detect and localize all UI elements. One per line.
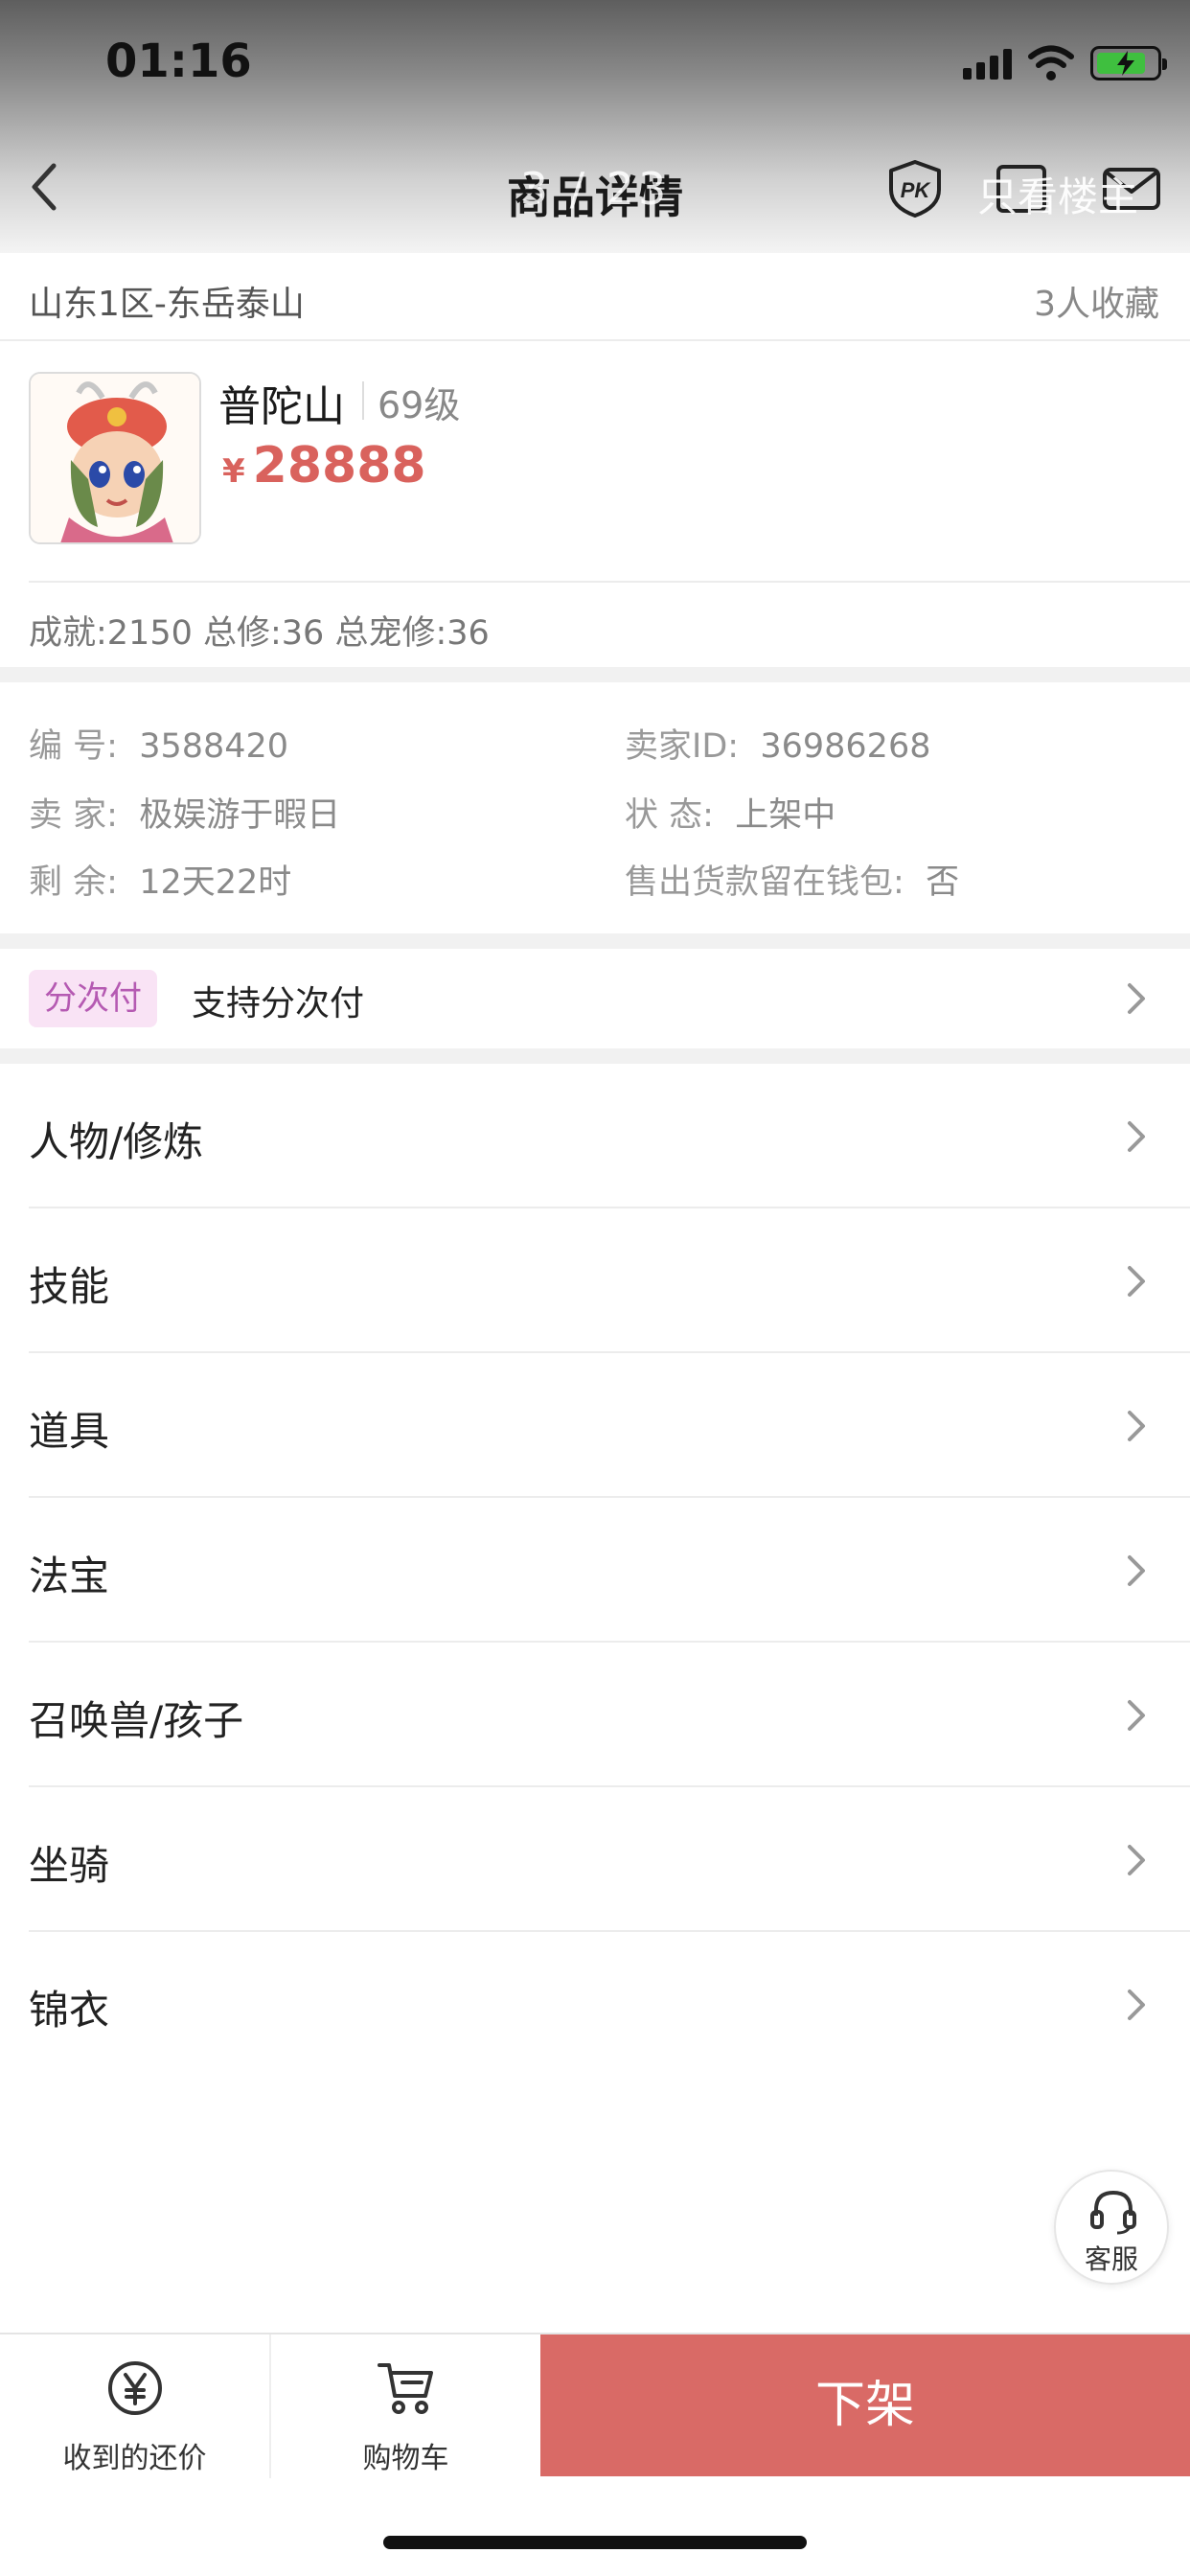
section-gap: [0, 1048, 1190, 1064]
server-row: 山东1区-东岳泰山 3人收藏: [0, 255, 1190, 339]
chevron-right-icon: [1128, 1411, 1145, 1441]
listing-status: 状 态: 上架中: [625, 796, 836, 835]
section-gap: [0, 933, 1190, 949]
separator: [362, 381, 364, 420]
menu-item-treasures[interactable]: 法宝: [0, 1498, 1190, 1643]
product-price: ¥ 28888: [222, 437, 426, 494]
chevron-right-icon: [1128, 1845, 1145, 1875]
cart-icon: [377, 2363, 433, 2414]
section-gap: [0, 667, 1190, 682]
menu-item-label: 技能: [29, 1263, 110, 1310]
wallet-setting: 售出货款留在钱包: 否: [625, 863, 960, 902]
svg-text:PK: PK: [901, 178, 932, 202]
menu-item-items[interactable]: 道具: [0, 1353, 1190, 1498]
only-owner-toggle[interactable]: 只看楼主: [977, 165, 1138, 223]
cart-label: 购物车: [362, 2442, 449, 2475]
menu-item-mounts[interactable]: 坐骑: [0, 1787, 1190, 1932]
menu-item-label: 法宝: [29, 1552, 110, 1599]
achievements-row: 成就:2150 总修:36 总宠修:36: [0, 581, 1190, 667]
received-offers-button[interactable]: 收到的还价: [0, 2334, 269, 2478]
header: 01:16 商品详情 3 / 23 PK 只看楼主: [0, 0, 1190, 253]
character-portrait-image: [31, 374, 199, 542]
received-offers-label: 收到的还价: [62, 2442, 207, 2475]
page: 01:16 商品详情 3 / 23 PK 只看楼主 山东1区-东岳泰山 3人收藏…: [0, 0, 1190, 2576]
server-name: 山东1区-东岳泰山: [29, 285, 305, 324]
status-time: 01:16: [105, 34, 252, 88]
currency-symbol: ¥: [222, 452, 245, 491]
installment-text: 支持分次付: [192, 984, 365, 1024]
status-icons: [963, 42, 1167, 84]
signal-icon: [963, 47, 1012, 80]
customer-service-button[interactable]: 客服: [1054, 2170, 1169, 2285]
product-summary: 普陀山 69级 ¥ 28888: [0, 341, 1190, 581]
wifi-icon: [1028, 45, 1074, 80]
chevron-right-icon: [1128, 1555, 1145, 1586]
seller-id: 卖家ID: 36986268: [625, 727, 931, 766]
chevron-right-icon: [1128, 1990, 1145, 2020]
installment-row[interactable]: 分次付 支持分次付: [0, 949, 1190, 1048]
chevron-right-icon: [1128, 1121, 1145, 1152]
product-level: 69级: [378, 384, 461, 426]
pk-compare-icon[interactable]: PK: [885, 159, 945, 218]
installment-badge: 分次付: [29, 970, 157, 1027]
headset-icon: [1090, 2190, 1136, 2235]
customer-service-label: 客服: [1084, 2243, 1138, 2275]
menu-item-label: 锦衣: [29, 1987, 110, 2034]
chevron-right-icon: [1128, 983, 1145, 1014]
menu-item-character[interactable]: 人物/修炼: [0, 1064, 1190, 1208]
price-value: 28888: [252, 437, 426, 494]
menu-item-outfits[interactable]: 锦衣: [0, 1932, 1190, 2077]
product-name: 普陀山: [218, 382, 345, 431]
chevron-right-icon: [1128, 1700, 1145, 1731]
achievements-text: 成就:2150 总修:36 总宠修:36: [29, 614, 490, 653]
info-block: 编 号: 3588420 卖家ID: 36986268 卖 家: 极娱游于暇日 …: [0, 682, 1190, 933]
cart-button[interactable]: 购物车: [271, 2334, 540, 2478]
character-avatar[interactable]: [29, 372, 201, 544]
item-number: 编 号: 3588420: [29, 727, 289, 766]
menu-item-label: 坐骑: [29, 1842, 110, 1889]
home-indicator[interactable]: [383, 2536, 807, 2549]
menu-item-label: 人物/修炼: [29, 1118, 204, 1165]
remaining-time: 剩 余: 12天22时: [29, 863, 292, 902]
seller-name: 卖 家: 极娱游于暇日: [29, 796, 341, 835]
menu-item-label: 召唤兽/孩子: [29, 1697, 244, 1744]
yuan-coin-icon: [107, 2361, 162, 2415]
delist-button[interactable]: 下架: [540, 2334, 1190, 2476]
menu-item-skills[interactable]: 技能: [0, 1208, 1190, 1353]
detail-menu: 人物/修炼 技能 道具 法宝 召唤兽/孩子 坐骑 锦衣: [0, 1064, 1190, 2077]
divider: [29, 581, 1190, 583]
chevron-right-icon: [1128, 1266, 1145, 1297]
battery-icon: [1090, 46, 1167, 80]
menu-item-pets[interactable]: 召唤兽/孩子: [0, 1643, 1190, 1787]
menu-item-label: 道具: [29, 1408, 110, 1455]
favorite-count[interactable]: 3人收藏: [1034, 276, 1159, 326]
